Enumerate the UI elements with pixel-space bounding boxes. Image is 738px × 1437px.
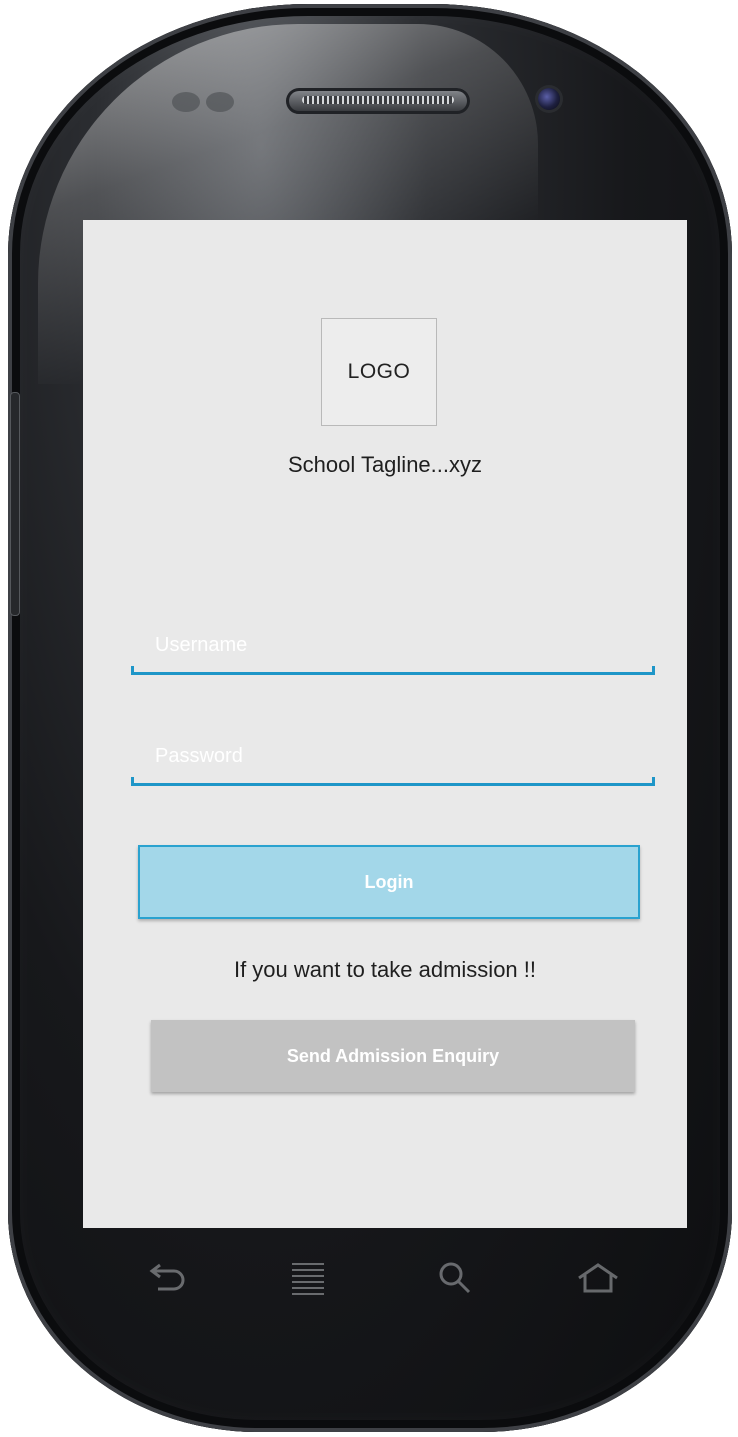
search-icon[interactable] (420, 1250, 490, 1306)
admission-prompt: If you want to take admission !! (233, 957, 537, 982)
username-field (131, 625, 655, 675)
login-button-label: Login (364, 871, 414, 892)
enquiry-button-label: Send Admission Enquiry (286, 1045, 500, 1066)
school-logo: LOGO (321, 318, 437, 426)
hardware-nav-bar (83, 1240, 687, 1320)
login-screen: LOGO School Tagline...xyz Login If you w… (83, 220, 687, 1228)
front-camera (538, 88, 560, 110)
home-icon[interactable] (563, 1250, 633, 1306)
send-admission-enquiry-button[interactable]: Send Admission Enquiry (151, 1020, 635, 1092)
back-icon[interactable] (131, 1250, 201, 1306)
username-input[interactable] (131, 625, 655, 665)
password-input[interactable] (131, 736, 655, 776)
login-button[interactable]: Login (138, 845, 640, 919)
logo-text: LOGO (347, 360, 411, 383)
password-field (131, 736, 655, 786)
sensor-dots (172, 92, 238, 112)
school-tagline: School Tagline...xyz (287, 452, 483, 477)
volume-key (10, 392, 20, 616)
password-underline (131, 783, 655, 786)
username-underline (131, 672, 655, 675)
menu-icon[interactable] (273, 1250, 343, 1306)
earpiece-speaker (286, 88, 470, 114)
